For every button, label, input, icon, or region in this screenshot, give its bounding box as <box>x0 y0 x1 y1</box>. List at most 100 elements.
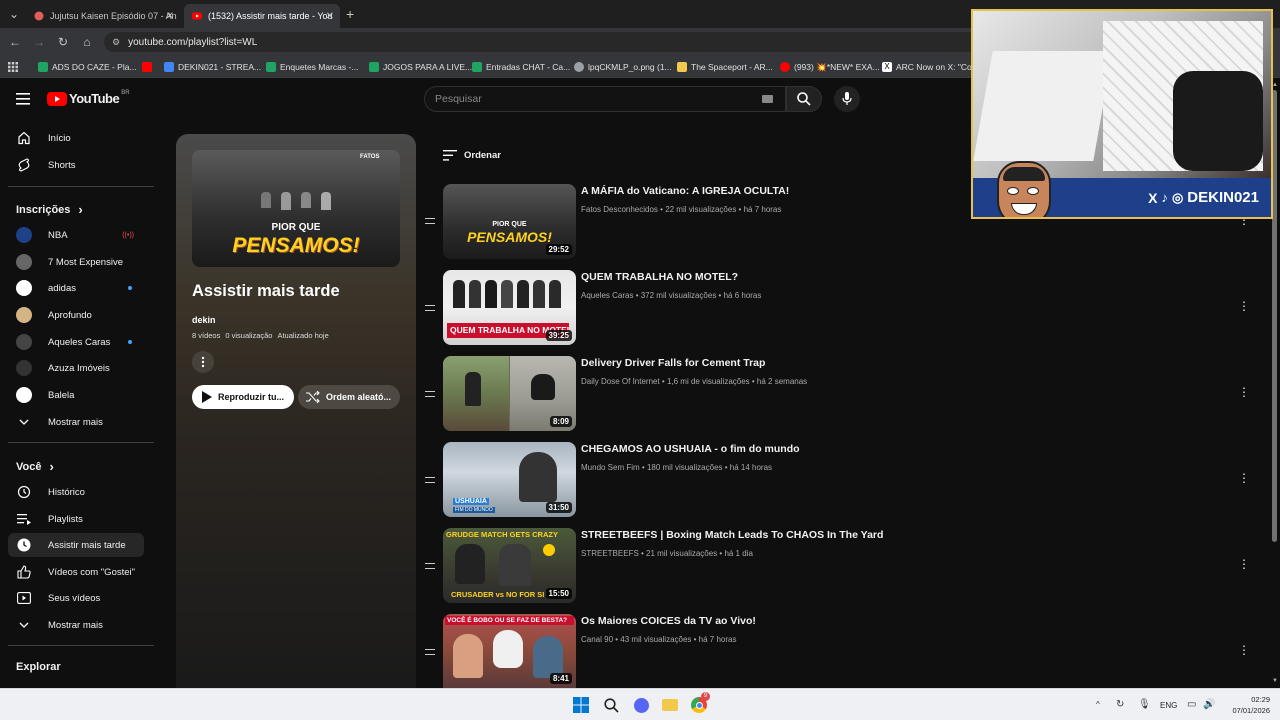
channel-name[interactable]: Canal 90 <box>581 635 613 644</box>
channel-name[interactable]: Mundo Sem Fim <box>581 463 640 472</box>
playlist-cover[interactable]: FATOS PIOR QUE PENSAMOS! <box>192 150 400 267</box>
keyboard-icon[interactable] <box>762 95 773 103</box>
video-title[interactable]: STREETBEEFS | Boxing Match Leads To CHAO… <box>581 529 883 541</box>
sidebar-item-liked-videos[interactable]: Vídeos com "Gostei" <box>8 560 144 584</box>
back-icon[interactable]: ← <box>3 30 27 54</box>
volume-icon[interactable]: 🔊 <box>1203 699 1215 710</box>
bookmark-item[interactable]: JOGOS PARA A LIVE... <box>369 60 472 74</box>
video-title[interactable]: A MÁFIA do Vaticano: A IGREJA OCULTA! <box>581 185 789 197</box>
channel-name[interactable]: Aqueles Caras <box>581 291 633 300</box>
chrome-icon[interactable]: 9 <box>690 692 710 714</box>
video-thumbnail[interactable]: VOCÊ É BOBO OU SE FAZ DE BESTA? 8:41 <box>443 614 576 688</box>
search-button[interactable] <box>786 86 822 112</box>
sidebar-item-home[interactable]: Início <box>8 126 144 150</box>
channel-name[interactable]: Daily Dose Of Internet <box>581 377 660 386</box>
microphone-tray-icon[interactable]: 🎙 <box>1138 699 1151 710</box>
more-options-button[interactable] <box>192 351 214 373</box>
avatar <box>16 360 32 376</box>
subscription-nba[interactable]: NBA ((•)) <box>8 223 144 247</box>
video-menu-icon[interactable]: ⋮ <box>1238 300 1250 312</box>
scroll-down-icon[interactable]: ▼ <box>1272 678 1278 684</box>
tray-overflow-icon[interactable]: ^ <box>1096 700 1100 709</box>
site-info-icon[interactable]: ⚙ <box>112 37 120 48</box>
video-menu-icon[interactable]: ⋮ <box>1238 472 1250 484</box>
youtube-logo[interactable]: YouTube BR <box>47 90 130 106</box>
sidebar-item-playlists[interactable]: Playlists <box>8 507 144 531</box>
tab-search-icon[interactable]: ⌄ <box>2 2 26 26</box>
network-icon[interactable]: ▭ <box>1187 699 1196 710</box>
your-videos-icon <box>16 590 32 606</box>
video-title[interactable]: QUEM TRABALHA NO MOTEL? <box>581 271 738 283</box>
voice-search-button[interactable] <box>834 86 860 112</box>
video-title[interactable]: Delivery Driver Falls for Cement Trap <box>581 357 765 369</box>
video-thumbnail[interactable]: GRUDGE MATCH GETS CRAZY CRUSADER vs NO F… <box>443 528 576 603</box>
sort-button[interactable]: Ordenar <box>443 150 501 161</box>
video-menu-icon[interactable]: ⋮ <box>1238 644 1250 656</box>
show-more-you[interactable]: Mostrar mais <box>8 613 144 637</box>
drag-handle-icon[interactable] <box>425 305 435 311</box>
taskbar-search-icon[interactable] <box>602 696 620 714</box>
shuffle-button[interactable]: Ordem aleató... <box>298 385 400 409</box>
bookmark-item[interactable]: DEKIN021 - STREA... <box>164 60 261 74</box>
discord-icon[interactable] <box>632 696 650 714</box>
video-title[interactable]: Os Maiores COICES da TV ao Vivo! <box>581 615 756 627</box>
drag-handle-icon[interactable] <box>425 477 435 483</box>
drag-handle-icon[interactable] <box>425 391 435 397</box>
menu-icon[interactable] <box>16 92 30 110</box>
bookmark-item[interactable]: Entradas CHAT - Ca... <box>472 60 570 74</box>
video-thumbnail[interactable]: PIOR QUE PENSAMOS! 29:52 <box>443 184 576 259</box>
play-all-button[interactable]: Reproduzir tu... <box>192 385 294 409</box>
subscription-balela[interactable]: Balela <box>8 383 144 407</box>
channel-name[interactable]: Fatos Desconhecidos <box>581 205 658 214</box>
reload-icon[interactable]: ↻ <box>51 30 75 54</box>
close-tab-icon[interactable]: ✕ <box>166 11 174 22</box>
drag-handle-icon[interactable] <box>425 563 435 569</box>
apps-grid-icon[interactable] <box>8 60 18 74</box>
sidebar-item-your-videos[interactable]: Seus vídeos <box>8 586 144 610</box>
sidebar-item-shorts[interactable]: Shorts <box>8 153 144 177</box>
show-more-subscriptions[interactable]: Mostrar mais <box>8 410 144 434</box>
subscription-aprofundo[interactable]: Aprofundo <box>8 303 144 327</box>
video-thumbnail[interactable]: USHUAIA FIM DO MUNDO 31:50 <box>443 442 576 517</box>
video-menu-icon[interactable]: ⋮ <box>1238 558 1250 570</box>
windows-start-icon[interactable] <box>572 696 590 714</box>
address-bar[interactable]: ⚙ youtube.com/playlist?list=WL <box>104 32 984 52</box>
bookmark-item[interactable]: X ARC Now on X: "Co... <box>882 60 979 74</box>
video-menu-icon[interactable]: ⋮ <box>1238 386 1250 398</box>
bookmark-item[interactable]: The Spaceport - AR... <box>677 60 773 74</box>
you-header[interactable]: Você › <box>16 459 54 474</box>
sync-icon[interactable]: ↻ <box>1116 699 1124 710</box>
home-button-icon[interactable]: ⌂ <box>75 30 99 54</box>
new-tab-button[interactable]: + <box>346 6 354 22</box>
bookmark-item[interactable]: ADS DO CAZE - Pla... <box>38 60 137 74</box>
subscription-aqueles-caras[interactable]: Aqueles Caras <box>8 330 144 354</box>
bookmark-item[interactable]: (993) 💥*NEW* EXA... <box>780 60 880 74</box>
video-thumbnail[interactable]: 8:09 <box>443 356 576 431</box>
bookmark-item[interactable] <box>142 60 156 74</box>
close-tab-icon[interactable]: ✕ <box>326 11 334 22</box>
drag-handle-icon[interactable] <box>425 218 435 224</box>
video-thumbnail[interactable]: QUEM TRABALHA NO MOTEL? 39:25 <box>443 270 576 345</box>
video-title[interactable]: CHEGAMOS AO USHUAIA - o fim do mundo <box>581 443 800 455</box>
subscriptions-header[interactable]: Inscrições › <box>16 202 83 217</box>
bookmark-item[interactable]: Enquetes Marcas -... <box>266 60 358 74</box>
subscription-7-most-expensive[interactable]: 7 Most Expensive <box>8 250 144 274</box>
clock[interactable]: 02:29 07/01/2026 <box>1226 694 1270 716</box>
channel-name[interactable]: STREETBEEFS <box>581 549 639 558</box>
search-input[interactable]: Pesquisar <box>424 86 786 112</box>
drag-handle-icon[interactable] <box>425 649 435 655</box>
playlist-owner[interactable]: dekin <box>192 315 216 325</box>
language-indicator[interactable]: ENG <box>1160 701 1177 710</box>
sidebar-item-watch-later[interactable]: Assistir mais tarde <box>8 533 144 557</box>
sidebar-item-history[interactable]: Histórico <box>8 480 144 504</box>
tab-watch-later[interactable]: (1532) Assistir mais tarde - You ✕ <box>184 4 340 28</box>
tab-jujutsu[interactable]: Jujutsu Kaisen Episódio 07 - An ✕ <box>26 4 180 28</box>
subscription-azuza-imoveis[interactable]: Azuza Imóveis <box>8 356 144 380</box>
sidebar-label: Aqueles Caras <box>48 336 111 348</box>
playlist-title: Assistir mais tarde <box>192 282 340 300</box>
bookmark-item[interactable]: lpqCKMLP_o.png (1... <box>574 60 672 74</box>
thumb-text: PIOR QUE <box>492 221 527 228</box>
forward-icon[interactable]: → <box>27 30 51 54</box>
file-explorer-icon[interactable] <box>661 696 679 714</box>
subscription-adidas[interactable]: adidas <box>8 276 144 300</box>
